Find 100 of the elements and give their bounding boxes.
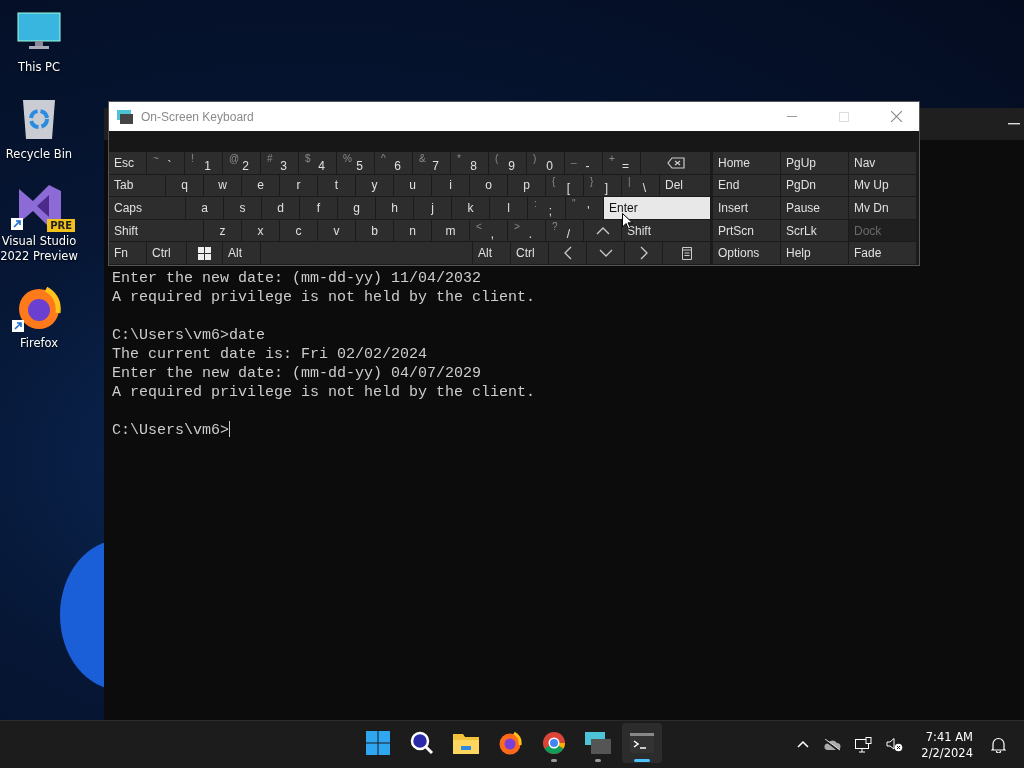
keyboard-key[interactable]: h <box>376 197 413 219</box>
network-icon[interactable] <box>855 736 873 753</box>
console-prompt[interactable]: C:\Users\vm6> <box>112 421 231 440</box>
desktop-icon-label[interactable]: This PC <box>17 60 61 75</box>
keyboard-key[interactable]: ^ 6 <box>375 152 412 174</box>
desktop-icon-label[interactable]: Recycle Bin <box>5 147 73 162</box>
keyboard-key[interactable]: Del <box>660 174 710 197</box>
keyboard-key[interactable]: y <box>356 174 393 197</box>
keyboard-key[interactable] <box>187 242 222 264</box>
keyboard-key[interactable]: Shift <box>109 219 203 242</box>
keyboard-key[interactable]: w <box>204 174 241 197</box>
notification-bell-icon[interactable] <box>991 736 1006 753</box>
keyboard-key[interactable]: ScrLk <box>781 219 848 242</box>
keyboard-key[interactable]: Caps <box>109 197 185 219</box>
keyboard-key[interactable]: PgDn <box>781 174 848 197</box>
folder-icon[interactable] <box>453 732 479 754</box>
keyboard-key[interactable]: < , <box>470 219 507 242</box>
keyboard-key[interactable]: Fn <box>109 242 146 264</box>
minimize-icon[interactable] <box>1008 123 1020 125</box>
keyboard-key[interactable]: ! 1 <box>185 152 222 174</box>
keyboard-key[interactable]: m <box>432 219 469 242</box>
keyboard-key[interactable]: } ] <box>584 174 621 197</box>
keyboard-key[interactable]: r <box>280 174 317 197</box>
keyboard-key[interactable]: $ 4 <box>299 152 336 174</box>
keyboard-key[interactable]: Mv Dn <box>849 197 916 219</box>
keyboard-key[interactable]: Mv Up <box>849 174 916 197</box>
keyboard-key[interactable]: s <box>224 197 261 219</box>
keyboard-key[interactable]: a <box>186 197 223 219</box>
keyboard-key[interactable]: Alt <box>473 242 510 264</box>
keyboard-key[interactable]: j <box>414 197 451 219</box>
clock-date[interactable]: 2/2/2024 <box>921 744 973 761</box>
clock-time[interactable]: 7:41 AM <box>925 728 973 745</box>
keyboard-key[interactable]: d <box>262 197 299 219</box>
keyboard-key[interactable]: Tab <box>109 174 165 197</box>
keyboard-key[interactable]: PgUp <box>781 152 848 174</box>
keyboard-key[interactable]: x <box>242 219 279 242</box>
desktop-icon-label[interactable]: Visual Studio 2022 Preview <box>0 234 78 264</box>
keyboard-key[interactable]: u <box>394 174 431 197</box>
terminal-icon[interactable] <box>630 733 654 753</box>
keyboard-key[interactable]: End <box>713 174 780 197</box>
keyboard-key[interactable]: Alt <box>223 242 260 264</box>
keyboard-key[interactable]: ) 0 <box>527 152 564 174</box>
firefox-logo-icon[interactable] <box>16 285 62 331</box>
minimize-icon[interactable] <box>787 115 797 118</box>
keyboard-key[interactable]: Ctrl <box>147 242 186 264</box>
keyboard-key[interactable]: p <box>508 174 545 197</box>
keyboard-key[interactable]: " ' <box>566 197 603 219</box>
keyboard-key[interactable]: { [ <box>546 174 583 197</box>
keyboard-key[interactable]: Shift <box>622 219 710 242</box>
keyboard-key[interactable]: _ - <box>565 152 602 174</box>
keyboard-key[interactable]: i <box>432 174 469 197</box>
keyboard-key[interactable]: * 8 <box>451 152 488 174</box>
keyboard-key[interactable]: Home <box>713 152 780 174</box>
keyboard-key[interactable]: @ 2 <box>223 152 260 174</box>
keyboard-app-icon[interactable] <box>585 732 611 754</box>
monitor-icon[interactable] <box>17 12 61 52</box>
keyboard-key[interactable]: # 3 <box>261 152 298 174</box>
keyboard-key[interactable]: z <box>204 219 241 242</box>
keyboard-key[interactable]: Pause <box>781 197 848 219</box>
keyboard-key[interactable]: q <box>166 174 203 197</box>
keyboard-key[interactable]: ? / <box>546 219 583 242</box>
keyboard-key[interactable]: v <box>318 219 355 242</box>
close-icon[interactable] <box>891 111 902 122</box>
recycle-bin-icon[interactable] <box>20 97 58 141</box>
keyboard-key[interactable]: Fade <box>849 242 916 264</box>
keyboard-key[interactable]: Nav <box>849 152 916 174</box>
keyboard-key[interactable]: Options <box>713 242 780 264</box>
keyboard-key[interactable]: Help <box>781 242 848 264</box>
keyboard-key[interactable]: g <box>338 197 375 219</box>
keyboard-key[interactable]: ( 9 <box>489 152 526 174</box>
keyboard-key[interactable]: Insert <box>713 197 780 219</box>
keyboard-key[interactable]: Ctrl <box>511 242 548 264</box>
keyboard-key[interactable]: n <box>394 219 431 242</box>
keyboard-key[interactable]: > . <box>508 219 545 242</box>
cloud-off-icon[interactable] <box>823 738 842 751</box>
search-icon[interactable] <box>410 731 434 755</box>
keyboard-key[interactable] <box>663 242 710 264</box>
keyboard-key[interactable]: % 5 <box>337 152 374 174</box>
keyboard-key[interactable]: t <box>318 174 355 197</box>
keyboard-key[interactable]: Esc <box>109 152 146 174</box>
speaker-muted-icon[interactable] <box>886 737 904 752</box>
keyboard-key[interactable]: + = <box>603 152 640 174</box>
keyboard-key[interactable]: ~ ` <box>147 152 184 174</box>
keyboard-key[interactable]: & 7 <box>413 152 450 174</box>
keyboard-key[interactable]: l <box>490 197 527 219</box>
keyboard-key[interactable]: : ; <box>528 197 565 219</box>
chevron-up-icon[interactable] <box>797 741 810 748</box>
keyboard-key[interactable]: e <box>242 174 279 197</box>
desktop-icon-label[interactable]: Firefox <box>19 336 59 351</box>
keyboard-key[interactable]: PrtScn <box>713 219 780 242</box>
firefox-logo-icon[interactable] <box>498 731 522 755</box>
keyboard-key[interactable]: f <box>300 197 337 219</box>
taskbar-app-button[interactable] <box>622 723 662 763</box>
chrome-logo-icon[interactable] <box>542 731 566 755</box>
keyboard-key[interactable]: c <box>280 219 317 242</box>
keyboard-key[interactable]: k <box>452 197 489 219</box>
keyboard-key[interactable]: o <box>470 174 507 197</box>
keyboard-key[interactable]: | \ <box>622 174 659 197</box>
keyboard-key[interactable]: Enter <box>604 197 710 219</box>
keyboard-key[interactable]: b <box>356 219 393 242</box>
